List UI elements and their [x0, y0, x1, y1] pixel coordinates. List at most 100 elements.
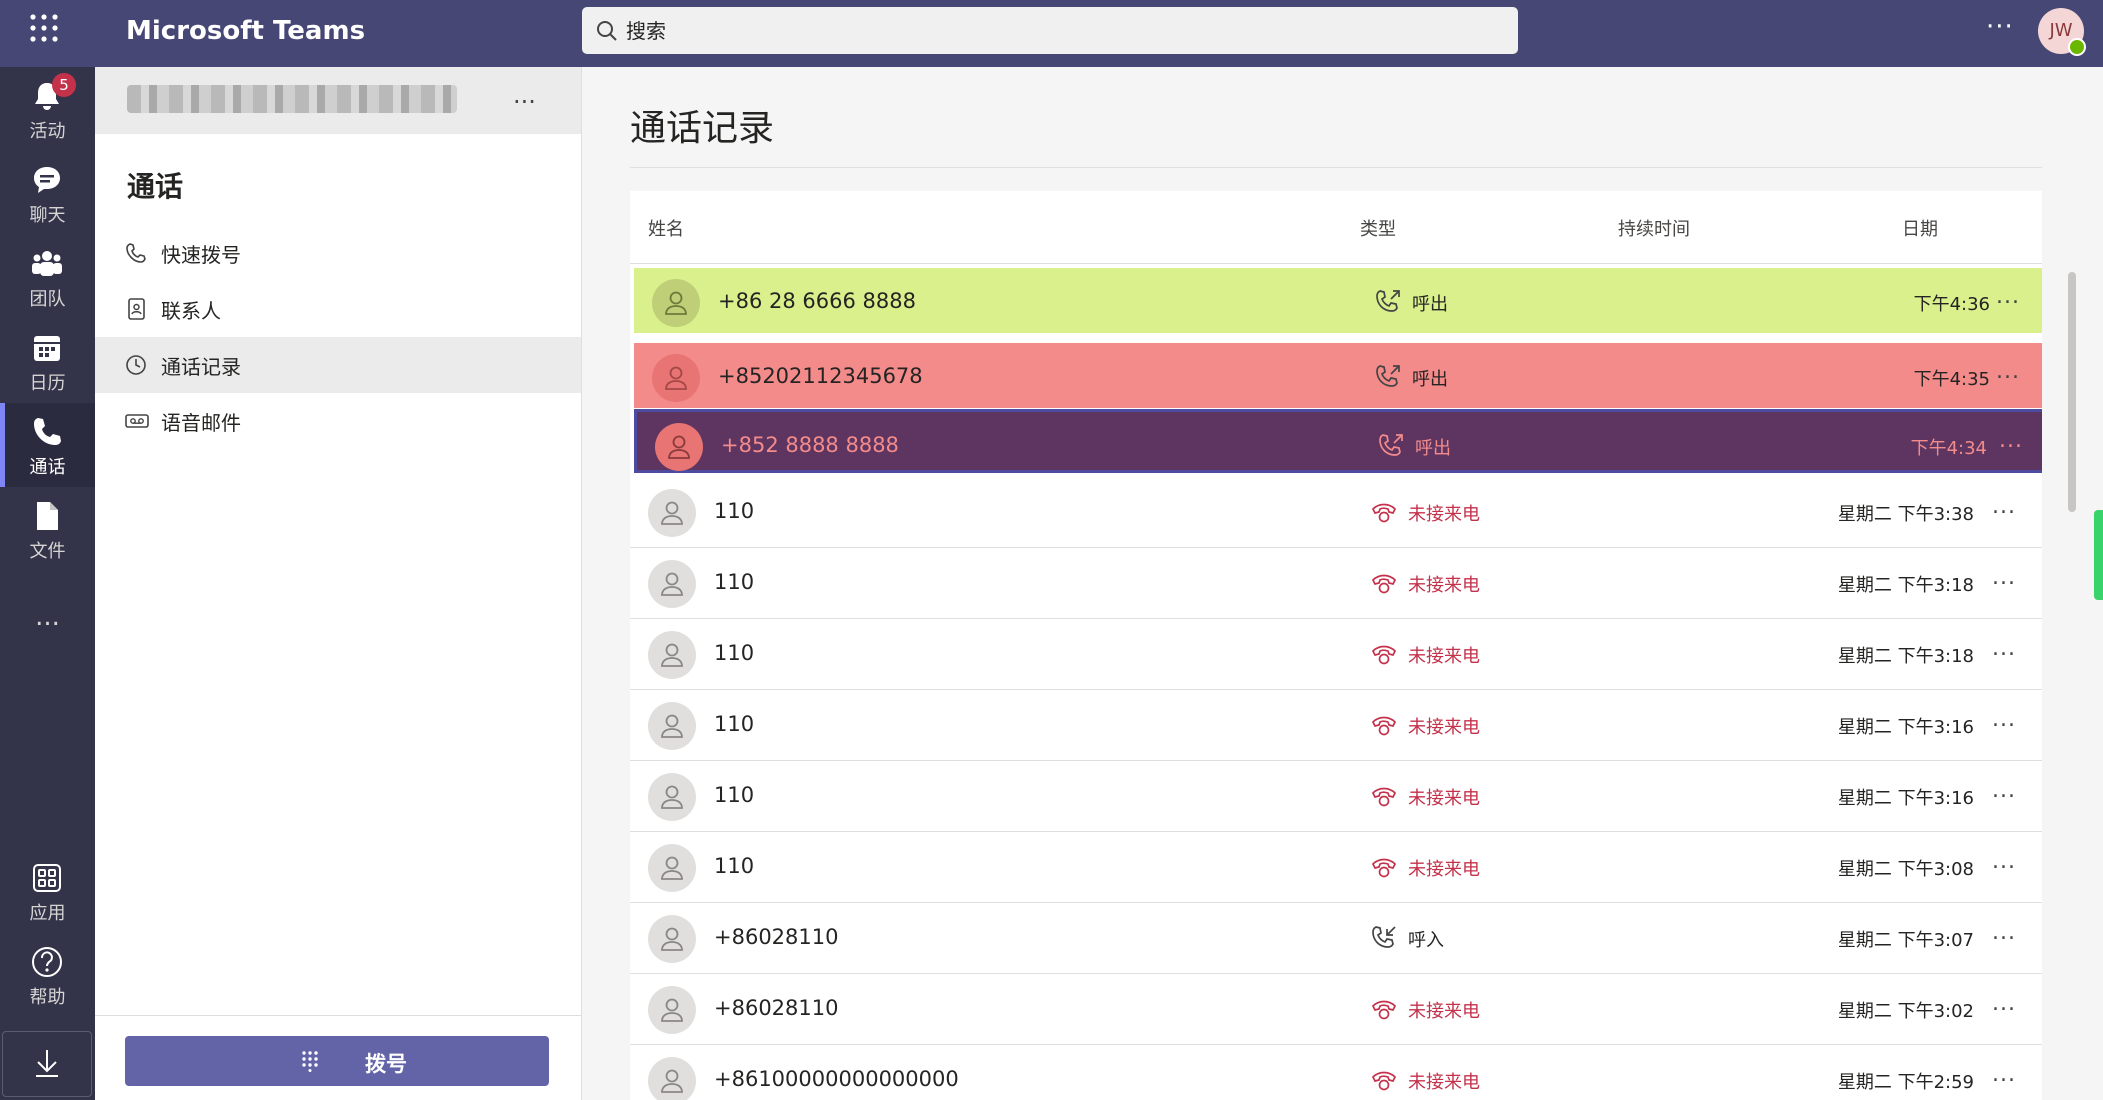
table-row[interactable]: +852 8888 8888 呼出 下午4:34...	[634, 409, 2042, 473]
calendar-icon	[34, 336, 60, 361]
table-row[interactable]: 110 未接来电 星期二 下午3:18...	[630, 549, 2042, 619]
row-more-icon[interactable]: ...	[1992, 636, 2016, 661]
row-more-icon[interactable]: ...	[1996, 359, 2020, 384]
call-type-icon	[1377, 432, 1405, 464]
call-type: 未接来电	[1408, 1001, 1480, 1022]
avatar	[655, 423, 703, 471]
more-apps-icon[interactable]: ...	[0, 602, 95, 632]
nav-item-history[interactable]: 通话记录	[95, 337, 581, 393]
caller-name: 110	[714, 641, 755, 665]
row-more-icon[interactable]: ...	[1992, 991, 2016, 1016]
call-type-icon	[1370, 924, 1398, 956]
rail-item-teams[interactable]: 团队	[0, 235, 95, 319]
blurred-account-name	[127, 85, 457, 113]
rail-label-calendar: 日历	[29, 373, 66, 394]
table-row[interactable]: +86100000000000000 未接来电 星期二 下午2:59...	[630, 1046, 2042, 1100]
nav-item-voicemail[interactable]: 语音邮件	[95, 393, 581, 449]
person-icon	[661, 998, 683, 1022]
dial-button[interactable]: 拨号	[125, 1036, 549, 1086]
row-more-icon[interactable]: ...	[1999, 428, 2023, 453]
row-more-icon[interactable]: ...	[1992, 1062, 2016, 1087]
calls-side-panel: ... 通话 快速拨号 联系人 通话记录 语音邮件 拨号	[95, 67, 582, 1100]
call-type-icon	[1370, 498, 1398, 530]
search-box[interactable]	[582, 7, 1518, 54]
account-more-icon[interactable]: ...	[513, 81, 536, 109]
column-header-type[interactable]: 类型	[1360, 215, 1396, 241]
call-type-icon	[1374, 288, 1402, 320]
person-icon	[665, 291, 687, 315]
person-icon	[665, 366, 687, 390]
column-header-date[interactable]: 日期	[1902, 215, 1938, 241]
table-row[interactable]: 110 未接来电 星期二 下午3:08...	[630, 833, 2042, 903]
missed-call-icon	[1371, 858, 1397, 878]
app-launcher-icon[interactable]	[28, 12, 60, 44]
missed-call-icon	[1371, 645, 1397, 665]
row-more-icon[interactable]: ...	[1992, 565, 2016, 590]
activity-badge: 5	[52, 73, 76, 97]
help-icon	[32, 947, 62, 977]
column-header-duration[interactable]: 持续时间	[1618, 215, 1690, 241]
rail-item-chat[interactable]: 聊天	[0, 151, 95, 235]
call-type: 未接来电	[1408, 646, 1480, 667]
call-type: 呼出	[1412, 294, 1448, 315]
dialpad-icon	[302, 1051, 318, 1072]
app-rail: 5 活动 聊天 团队 日历 通话 文件 ... 应用 帮助	[0, 67, 95, 1100]
person-icon	[661, 572, 683, 596]
download-button[interactable]	[2, 1031, 92, 1097]
page-title: 通话记录	[630, 108, 775, 149]
scrollbar-thumb[interactable]	[2068, 272, 2076, 512]
user-initials: JW	[2049, 20, 2073, 41]
incoming-call-icon	[1372, 926, 1396, 948]
table-row[interactable]: 110 未接来电 星期二 下午3:16...	[630, 691, 2042, 761]
user-avatar[interactable]: JW	[2038, 8, 2086, 56]
call-type: 未接来电	[1408, 1072, 1480, 1093]
caller-name: 110	[714, 570, 755, 594]
rail-item-activity[interactable]: 5 活动	[0, 67, 95, 151]
call-date: 星期二 下午2:59	[1837, 1072, 1974, 1093]
rail-item-apps[interactable]: 应用	[0, 849, 95, 933]
row-more-icon[interactable]: ...	[1992, 707, 2016, 732]
account-header: ...	[95, 67, 581, 134]
rail-label-apps: 应用	[29, 903, 66, 924]
table-row[interactable]: 110 未接来电 星期二 下午3:38...	[630, 478, 2042, 548]
chat-icon	[34, 167, 60, 193]
table-row[interactable]: +86028110 未接来电 星期二 下午3:02...	[630, 975, 2042, 1045]
rail-item-help[interactable]: 帮助	[0, 933, 95, 1017]
nav-item-contacts[interactable]: 联系人	[95, 281, 581, 337]
table-row[interactable]: +85202112345678 呼出 下午4:35...	[634, 343, 2042, 408]
column-header-name[interactable]: 姓名	[648, 215, 684, 241]
missed-call-icon	[1371, 503, 1397, 523]
call-date: 星期二 下午3:18	[1837, 575, 1974, 596]
rail-item-files[interactable]: 文件	[0, 487, 95, 571]
call-type-icon	[1370, 569, 1398, 601]
divider	[95, 1015, 581, 1016]
row-more-icon[interactable]: ...	[1992, 849, 2016, 874]
table-row[interactable]: +86 28 6666 8888 呼出 下午4:36...	[634, 268, 2042, 333]
rail-item-calendar[interactable]: 日历	[0, 319, 95, 403]
table-header: 姓名 类型 持续时间 日期	[630, 191, 2042, 264]
person-icon	[661, 501, 683, 525]
rail-label-calls: 通话	[29, 457, 66, 478]
missed-call-icon	[1371, 1000, 1397, 1020]
call-type-icon	[1370, 853, 1398, 885]
rail-item-calls[interactable]: 通话	[0, 403, 95, 487]
caller-name: +85202112345678	[718, 364, 923, 388]
search-input[interactable]	[626, 7, 1496, 54]
table-row[interactable]: 110 未接来电 星期二 下午3:18...	[630, 620, 2042, 690]
row-more-icon[interactable]: ...	[1992, 778, 2016, 803]
row-more-icon[interactable]: ...	[1996, 284, 2020, 309]
table-row[interactable]: 110 未接来电 星期二 下午3:16...	[630, 762, 2042, 832]
table-row[interactable]: +86028110 呼入 星期二 下午3:07...	[630, 904, 2042, 974]
settings-more-icon[interactable]: ···	[1986, 12, 2014, 42]
row-more-icon[interactable]: ...	[1992, 920, 2016, 945]
rail-label-teams: 团队	[29, 289, 66, 310]
app-title: Microsoft Teams	[126, 16, 366, 46]
missed-call-icon	[1371, 1071, 1397, 1091]
call-type: 未接来电	[1408, 859, 1480, 880]
call-date: 下午4:35	[1913, 369, 1990, 390]
call-type-icon	[1370, 711, 1398, 743]
call-date: 星期二 下午3:38	[1837, 504, 1974, 525]
call-date: 星期二 下午3:08	[1837, 859, 1974, 880]
row-more-icon[interactable]: ...	[1992, 494, 2016, 519]
nav-item-speed-dial[interactable]: 快速拨号	[95, 225, 581, 281]
